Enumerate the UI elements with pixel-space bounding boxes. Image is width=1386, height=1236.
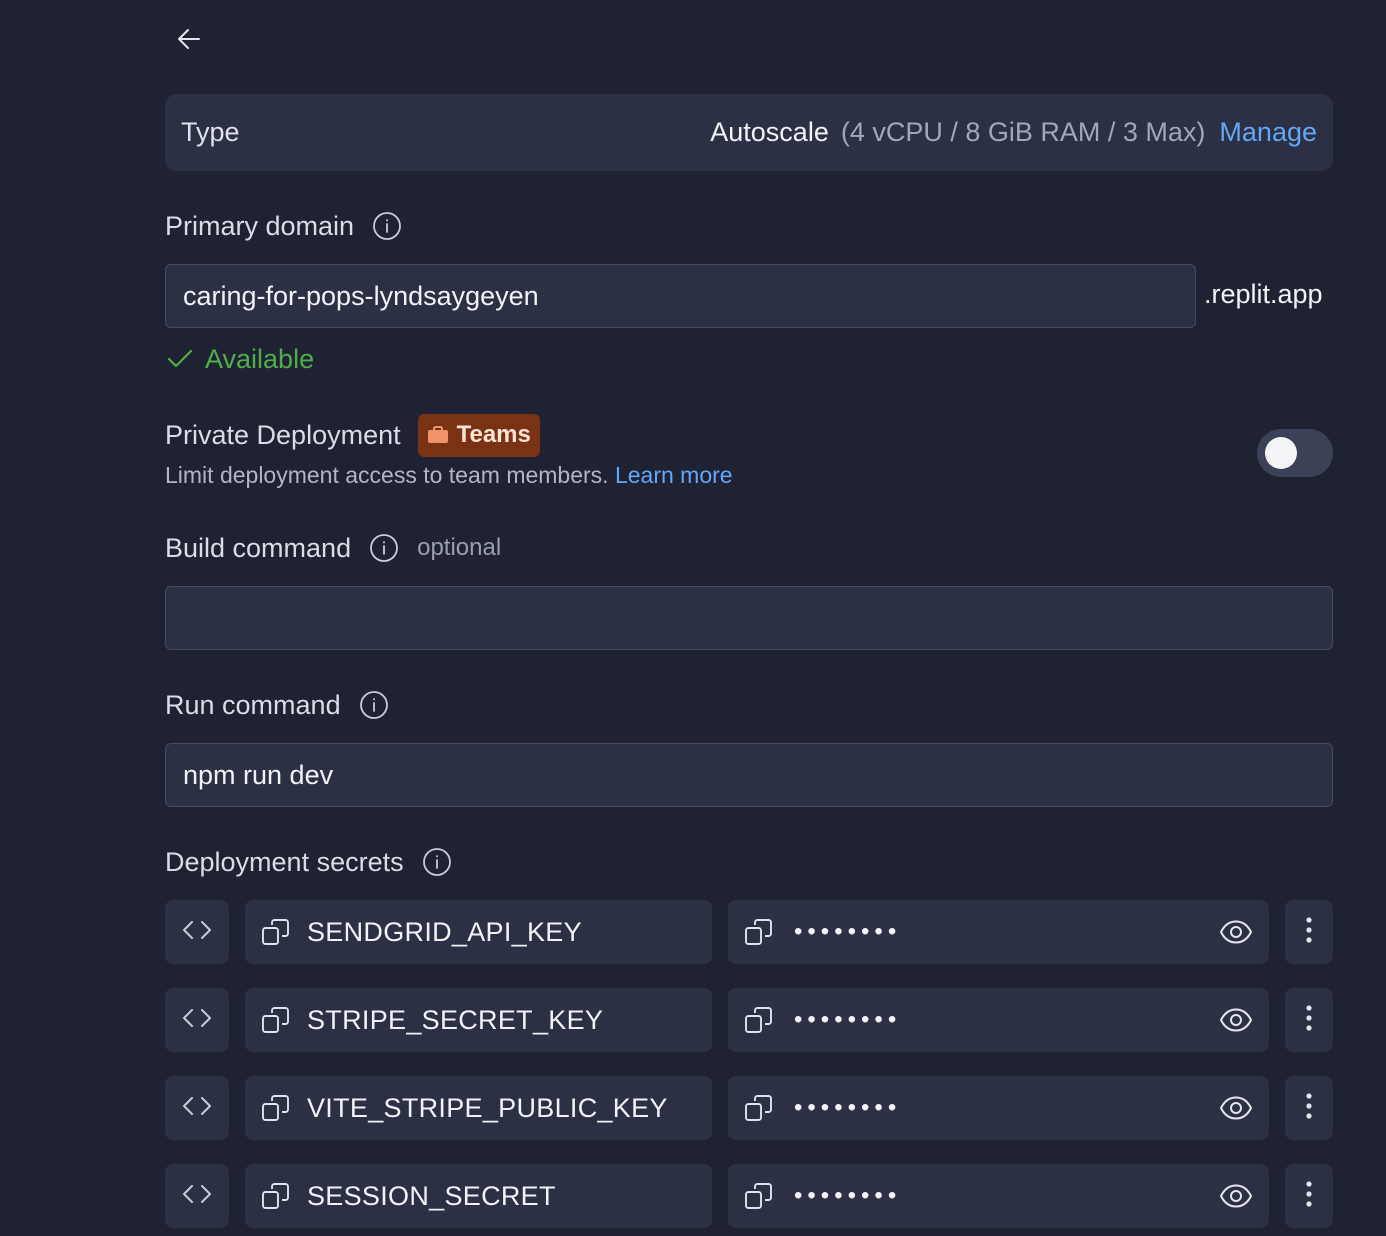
availability-text: Available [205,343,315,374]
arrow-left-icon [178,29,200,49]
secret-more-menu-button[interactable] [1285,1164,1333,1228]
back-button[interactable] [172,22,206,56]
more-vertical-icon [1305,1092,1313,1125]
run-command-input[interactable]: npm run dev [165,743,1333,807]
primary-domain-label: Primary domain [165,210,355,241]
briefcase-icon [427,426,448,443]
edit-as-code-button[interactable] [165,988,229,1052]
secret-value-field: •••••••• [728,988,1269,1052]
primary-domain-input[interactable]: caring-for-pops-lyndsaygeyen [165,264,1196,328]
secret-key-field: SESSION_SECRET [245,1164,712,1228]
info-icon[interactable] [372,211,402,241]
deployment-secrets-label: Deployment secrets [165,846,404,877]
code-brackets-icon [181,1007,213,1034]
secret-key-name: STRIPE_SECRET_KEY [307,1004,604,1035]
copy-icon[interactable] [261,1181,291,1211]
deployment-secrets-heading: Deployment secrets [165,842,452,882]
copy-icon[interactable] [261,1005,291,1035]
secret-more-menu-button[interactable] [1285,988,1333,1052]
code-brackets-icon [181,1183,213,1210]
private-deployment-heading: Private Deployment Teams [165,413,540,457]
edit-as-code-button[interactable] [165,900,229,964]
private-deployment-label: Private Deployment [165,419,401,450]
info-icon[interactable] [359,690,389,720]
secret-value-masked: •••••••• [794,1006,902,1033]
eye-icon[interactable] [1219,1183,1253,1209]
type-detail: (4 vCPU / 8 GiB RAM / 3 Max) [840,117,1206,147]
copy-icon[interactable] [744,1181,774,1211]
secret-key-name: VITE_STRIPE_PUBLIC_KEY [307,1092,668,1123]
domain-suffix: .replit.app [1204,279,1323,309]
type-value: Autoscale [710,117,829,147]
secret-more-menu-button[interactable] [1285,1076,1333,1140]
more-vertical-icon [1305,916,1313,949]
secret-key-name: SESSION_SECRET [307,1180,556,1211]
secret-value-masked: •••••••• [794,1182,902,1209]
secret-key-field: STRIPE_SECRET_KEY [245,988,712,1052]
eye-icon[interactable] [1219,1007,1253,1033]
secret-value-field: •••••••• [728,1164,1269,1228]
code-brackets-icon [181,919,213,946]
secret-key-name: SENDGRID_API_KEY [307,916,582,947]
secret-value-field: •••••••• [728,900,1269,964]
eye-icon[interactable] [1219,1095,1253,1121]
private-deployment-toggle[interactable] [1257,429,1333,477]
private-deployment-description: Limit deployment access to team members.… [165,462,733,489]
description-text: Limit deployment access to team members. [165,462,609,488]
manage-link[interactable]: Manage [1219,117,1317,148]
copy-icon[interactable] [261,917,291,947]
teams-badge-label: Teams [456,421,531,448]
edit-as-code-button[interactable] [165,1164,229,1228]
copy-icon[interactable] [744,1005,774,1035]
secret-key-field: VITE_STRIPE_PUBLIC_KEY [245,1076,712,1140]
code-brackets-icon [181,1095,213,1122]
copy-icon[interactable] [744,917,774,947]
learn-more-link[interactable]: Learn more [615,462,733,488]
deployment-type-bar: Type Autoscale (4 vCPU / 8 GiB RAM / 3 M… [165,94,1333,171]
more-vertical-icon [1305,1180,1313,1213]
primary-domain-heading: Primary domain [165,206,402,246]
copy-icon[interactable] [744,1093,774,1123]
secret-key-field: SENDGRID_API_KEY [245,900,712,964]
checkmark-icon [167,349,193,368]
run-command-label: Run command [165,689,341,720]
toggle-knob [1265,437,1297,469]
info-icon[interactable] [369,533,399,563]
secret-value-field: •••••••• [728,1076,1269,1140]
secret-value-masked: •••••••• [794,1094,902,1121]
build-command-input[interactable] [165,586,1333,650]
copy-icon[interactable] [261,1093,291,1123]
optional-label: optional [417,534,502,561]
secret-value-masked: •••••••• [794,918,902,945]
teams-badge: Teams [417,413,540,457]
run-command-heading: Run command [165,685,389,725]
type-label: Type [181,117,240,147]
eye-icon[interactable] [1219,919,1253,945]
domain-availability-status: Available [167,340,314,378]
edit-as-code-button[interactable] [165,1076,229,1140]
secret-more-menu-button[interactable] [1285,900,1333,964]
info-icon[interactable] [422,847,452,877]
build-command-label: Build command [165,532,352,563]
build-command-heading: Build command optional [165,528,501,568]
more-vertical-icon [1305,1004,1313,1037]
